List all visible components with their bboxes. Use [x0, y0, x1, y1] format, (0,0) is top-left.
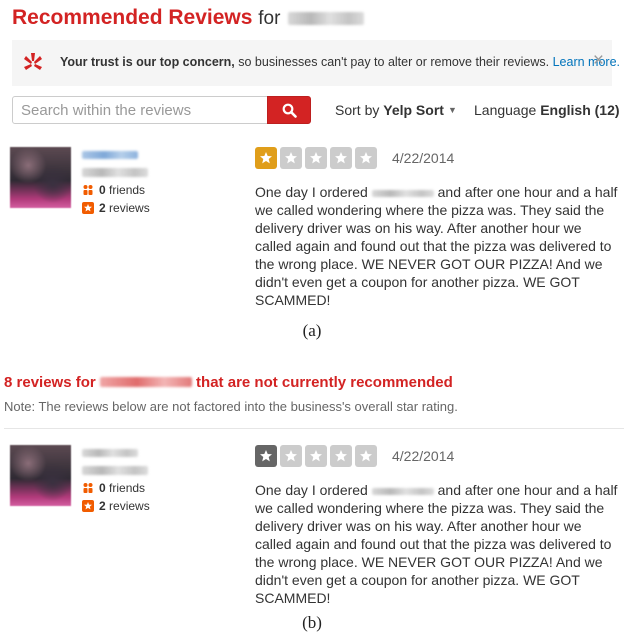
caption-a: (a) [302, 321, 322, 340]
star-icon [360, 450, 372, 462]
star-3 [305, 147, 327, 169]
reviews-number: 2 [99, 499, 106, 513]
language-dropdown[interactable]: Language English (12)▼ [474, 102, 624, 118]
business-name-redacted [371, 190, 434, 197]
reviews-count: 2 reviews [82, 201, 150, 215]
not-recommended-count: 8 reviews for [4, 374, 100, 391]
learn-more-link[interactable]: Learn more. [553, 55, 620, 69]
avatar[interactable] [10, 147, 71, 208]
star-2 [280, 147, 302, 169]
search-button[interactable] [267, 96, 311, 124]
friends-count: 0 friends [82, 481, 145, 495]
user-name-redacted[interactable] [82, 151, 138, 159]
review-text-rest: and after one hour and a half we called … [255, 184, 618, 308]
review-date: 4/22/2014 [392, 150, 455, 166]
star-rating [255, 445, 377, 467]
language-value: English (12) [540, 102, 620, 118]
review-text-rest: and after one hour and a half we called … [255, 482, 618, 606]
yelp-burst-icon [24, 53, 42, 70]
trust-message-bold: Your trust is our top concern, [60, 55, 235, 69]
star-icon [335, 152, 347, 164]
business-name-redacted [99, 377, 192, 387]
review-controls: Sort by Yelp Sort▼ Language English (12)… [12, 96, 624, 126]
star-icon [360, 152, 372, 164]
not-recommended-suffix: that are not currently recommended [191, 374, 453, 391]
reviews-star-icon [82, 500, 94, 512]
star-1 [255, 445, 277, 467]
friends-label: friends [105, 481, 146, 495]
trust-message: Your trust is our top concern, so busine… [60, 55, 620, 69]
friends-count: 0 friends [82, 183, 145, 197]
avatar [10, 445, 71, 506]
friends-label: friends [105, 183, 146, 197]
divider [4, 428, 624, 429]
friends-icon [83, 483, 93, 493]
not-recommended-note: Note: The reviews below are not factored… [4, 399, 458, 414]
star-5 [355, 147, 377, 169]
reviews-count: 2 reviews [82, 499, 150, 513]
star-icon [310, 450, 322, 462]
close-icon[interactable]: × [593, 51, 604, 70]
star-2 [280, 445, 302, 467]
sort-value: Yelp Sort [383, 102, 444, 118]
review-text: One day I ordered and after one hour and… [255, 481, 620, 607]
review-text-start: One day I ordered [255, 184, 372, 200]
recommended-reviews-title: Recommended Reviews [12, 6, 253, 29]
review-date: 4/22/2014 [392, 448, 455, 464]
star-icon [310, 152, 322, 164]
sort-dropdown[interactable]: Sort by Yelp Sort ▼ [335, 102, 457, 118]
user-location-redacted [82, 466, 148, 475]
star-icon [285, 152, 297, 164]
search-reviews-input[interactable] [12, 96, 268, 124]
not-recommended-title[interactable]: 8 reviews for that are not currently rec… [4, 374, 453, 391]
reviews-label: reviews [105, 499, 150, 513]
star-5 [355, 445, 377, 467]
reviews-number: 2 [99, 201, 106, 215]
business-name-redacted [288, 11, 365, 25]
user-name-redacted [82, 449, 138, 457]
star-1 [255, 147, 277, 169]
star-3 [305, 445, 327, 467]
star-icon [260, 152, 272, 164]
sort-label: Sort by [335, 102, 384, 118]
page-title: Recommended Reviews for [12, 6, 365, 30]
star-rating [255, 147, 377, 169]
review-text-start: One day I ordered [255, 482, 372, 498]
user-location-redacted [82, 168, 148, 177]
caption-b: (b) [302, 613, 322, 632]
friends-number: 0 [99, 183, 106, 197]
trust-banner: Your trust is our top concern, so busine… [12, 40, 620, 86]
star-4 [330, 445, 352, 467]
friends-icon [83, 185, 93, 195]
reviews-label: reviews [105, 201, 150, 215]
search-icon [282, 103, 297, 118]
star-icon [285, 450, 297, 462]
star-4 [330, 147, 352, 169]
star-icon [335, 450, 347, 462]
chevron-down-icon: ▼ [447, 105, 457, 115]
language-label: Language [474, 102, 541, 118]
trust-message-body: so businesses can't pay to alter or remo… [234, 55, 553, 69]
friends-number: 0 [99, 481, 106, 495]
review-text: One day I ordered and after one hour and… [255, 183, 620, 309]
business-name-redacted [371, 488, 434, 495]
star-icon [260, 450, 272, 462]
reviews-star-icon [82, 202, 94, 214]
title-for: for [258, 8, 281, 29]
